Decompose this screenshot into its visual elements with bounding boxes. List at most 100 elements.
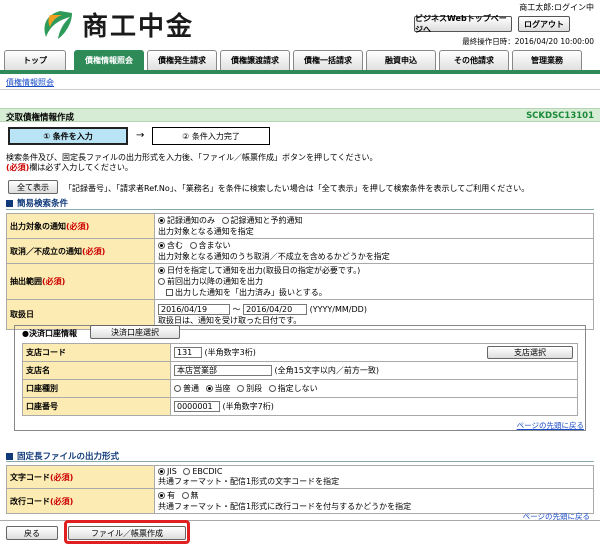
radio-exclude[interactable] <box>189 242 197 249</box>
required-mark: (必須) <box>50 496 74 506</box>
logo-mark-icon <box>44 10 72 39</box>
value-charset: JIS EBCDIC 共通フォーマット・配信1形式の文字コードを指定 <box>154 465 594 489</box>
back-button[interactable]: 戻る <box>6 526 58 540</box>
sub-nav-inquiry[interactable]: 債権情報照会 <box>6 77 54 88</box>
logo-text: 商工中金 <box>82 12 195 42</box>
page-title-bar: 交取債権情報作成 SCKDSC13101 <box>0 108 600 123</box>
row-charset: 文字コード(必須) JIS EBCDIC 共通フォーマット・配信1形式の文字コー… <box>6 465 594 489</box>
radio-newline-no[interactable] <box>181 492 189 499</box>
row-account-type: 口座種別 普通 当座 別段 指定しない <box>22 379 578 398</box>
row-notice-target: 出力対象の通知(必須) 記録通知のみ 記録通知と予約通知 出力対象となる通知を指… <box>6 213 594 239</box>
value-notice-target: 記録通知のみ 記録通知と予約通知 出力対象となる通知を指定 <box>154 213 594 239</box>
header: 商工中金 商工太郎:ログイン中 ビジネスWebトップページへ ログアウト 最終操… <box>0 0 600 46</box>
instruction-line2: (必須)欄は必ず入力してください。 <box>6 162 133 173</box>
radio-ebcdic[interactable] <box>183 468 191 475</box>
label-unestablished-text: 取消／不成立の通知 <box>10 246 82 256</box>
branch-code-input[interactable]: 131 <box>174 347 202 358</box>
show-all-button[interactable]: 全て表示 <box>8 180 58 194</box>
step-arrow-icon: → <box>136 130 145 141</box>
logout-button[interactable]: ログアウト <box>518 16 570 32</box>
radio-record-and-reserve[interactable] <box>221 217 229 224</box>
radio-type-ordinary-label: 普通 <box>183 384 199 393</box>
label-range-text: 抽出範囲 <box>10 277 42 286</box>
help-notice-target: 出力対象となる通知を指定 <box>158 227 254 236</box>
radio-type-none[interactable] <box>268 385 276 392</box>
label-charset: 文字コード(必須) <box>6 465 155 489</box>
main-tabs: トップ 債権情報照会 債権発生請求 債権譲渡請求 債権一括請求 融資申込 その他… <box>4 50 596 70</box>
value-branch-name: 本店営業部 (全角15文字以内／前方一致) <box>170 361 578 380</box>
last-operation: 最終操作日時：2016/04/20 10:00:00 <box>462 37 594 46</box>
radio-type-current[interactable] <box>205 385 213 392</box>
required-mark: (必須) <box>82 246 106 256</box>
account-heading: ●決済口座情報 <box>22 329 77 338</box>
radio-type-current-label: 当座 <box>214 384 231 393</box>
label-unestablished: 取消／不成立の通知(必須) <box>6 238 155 264</box>
help-charset: 共通フォーマット・配信1形式の文字コードを指定 <box>158 477 340 486</box>
branch-code-note: (半角数字3桁) <box>204 348 256 357</box>
radio-newline-yes[interactable] <box>158 492 165 499</box>
tab-underline <box>0 70 600 74</box>
step-complete: ② 条件入力完了 <box>152 127 270 145</box>
required-mark: (必須) <box>50 472 74 482</box>
label-charset-text: 文字コード <box>10 472 50 482</box>
tab-top[interactable]: トップ <box>4 50 66 70</box>
radio-newline-no-label: 無 <box>190 491 199 500</box>
account-select-button[interactable]: 決済口座選択 <box>90 325 180 339</box>
branch-select-button[interactable]: 支店選択 <box>487 346 573 359</box>
section-square-icon <box>6 452 13 460</box>
tab-other[interactable]: その他請求 <box>439 50 509 70</box>
date-from-input[interactable]: 2016/04/19 <box>158 303 230 315</box>
logo: 商工中金 <box>40 6 194 43</box>
radio-type-separate[interactable] <box>237 385 245 392</box>
checkbox-mark-output[interactable] <box>166 289 173 296</box>
help-handling-date: 取扱日は、通知を受け取った日付です。 <box>158 315 302 325</box>
tab-admin[interactable]: 管理業務 <box>512 50 582 70</box>
radio-type-separate-label: 別段 <box>246 384 263 393</box>
section-divider <box>6 209 594 210</box>
divider <box>0 89 600 90</box>
label-account-type: 口座種別 <box>22 379 171 398</box>
label-branch-code: 支店コード <box>22 343 171 362</box>
tab-issue[interactable]: 債権発生請求 <box>147 50 217 70</box>
required-mark: (必須) <box>66 221 90 231</box>
radio-since-last[interactable] <box>158 278 165 285</box>
label-account-number: 口座番号 <box>22 397 171 416</box>
tab-inquiry[interactable]: 債権情報照会 <box>74 50 144 70</box>
row-branch-name: 支店名 本店営業部 (全角15文字以内／前方一致) <box>22 361 578 380</box>
date-to-input[interactable]: 2016/04/20 <box>243 303 308 315</box>
value-branch-code: 131 (半角数字3桁) 支店選択 <box>170 343 578 362</box>
account-number-note: (半角数字7桁) <box>222 402 274 411</box>
search-section-title: 簡易検索条件 <box>17 199 69 209</box>
radio-record-only-label: 記録通知のみ <box>167 216 215 225</box>
tab-bulk[interactable]: 債権一括請求 <box>293 50 363 70</box>
radio-include-label: 含む <box>167 241 183 250</box>
required-mark: (必須) <box>42 277 66 286</box>
tab-loan[interactable]: 融資申込 <box>366 50 436 70</box>
screen-id: SCKDSC13101 <box>526 111 594 121</box>
branch-name-input[interactable]: 本店営業部 <box>174 365 272 376</box>
row-account-number: 口座番号 0000001 (半角数字7桁) <box>22 397 578 416</box>
radio-record-only[interactable] <box>158 217 165 224</box>
tab-transfer[interactable]: 債権譲渡請求 <box>220 50 290 70</box>
step-input: ① 条件を入力 <box>8 127 128 145</box>
page-top-link[interactable]: ページの先頭に戻る <box>517 420 584 431</box>
radio-include[interactable] <box>158 242 165 249</box>
radio-jis[interactable] <box>158 468 165 475</box>
radio-date-specified-label: 日付を指定して通知を出力(取扱日の指定が必要です。) <box>167 266 361 275</box>
checkbox-mark-output-label: 出力した通知を「出力済み」扱いとする。 <box>175 288 327 297</box>
user-status: 商工太郎:ログイン中 <box>519 3 594 12</box>
section-square-icon <box>6 199 13 207</box>
search-section-heading: 簡易検索条件 <box>6 197 68 209</box>
radio-date-specified[interactable] <box>158 267 165 274</box>
section-divider <box>6 461 594 462</box>
value-account-number: 0000001 (半角数字7桁) <box>170 397 578 416</box>
label-branch-name: 支店名 <box>22 361 171 380</box>
top-page-button[interactable]: ビジネスWebトップページへ <box>414 14 512 34</box>
account-number-input[interactable]: 0000001 <box>174 401 220 412</box>
branch-name-note: (全角15文字以内／前方一致) <box>274 366 379 375</box>
show-all-note: 「記録番号」、「請求者Ref.No」、「業務名」を条件に検索したい場合は「全て表… <box>64 184 530 193</box>
radio-record-and-reserve-label: 記録通知と予約通知 <box>230 216 303 225</box>
label-newline-text: 改行コード <box>10 496 50 506</box>
file-format-table: 文字コード(必須) JIS EBCDIC 共通フォーマット・配信1形式の文字コー… <box>6 465 594 514</box>
radio-type-ordinary[interactable] <box>174 385 181 392</box>
